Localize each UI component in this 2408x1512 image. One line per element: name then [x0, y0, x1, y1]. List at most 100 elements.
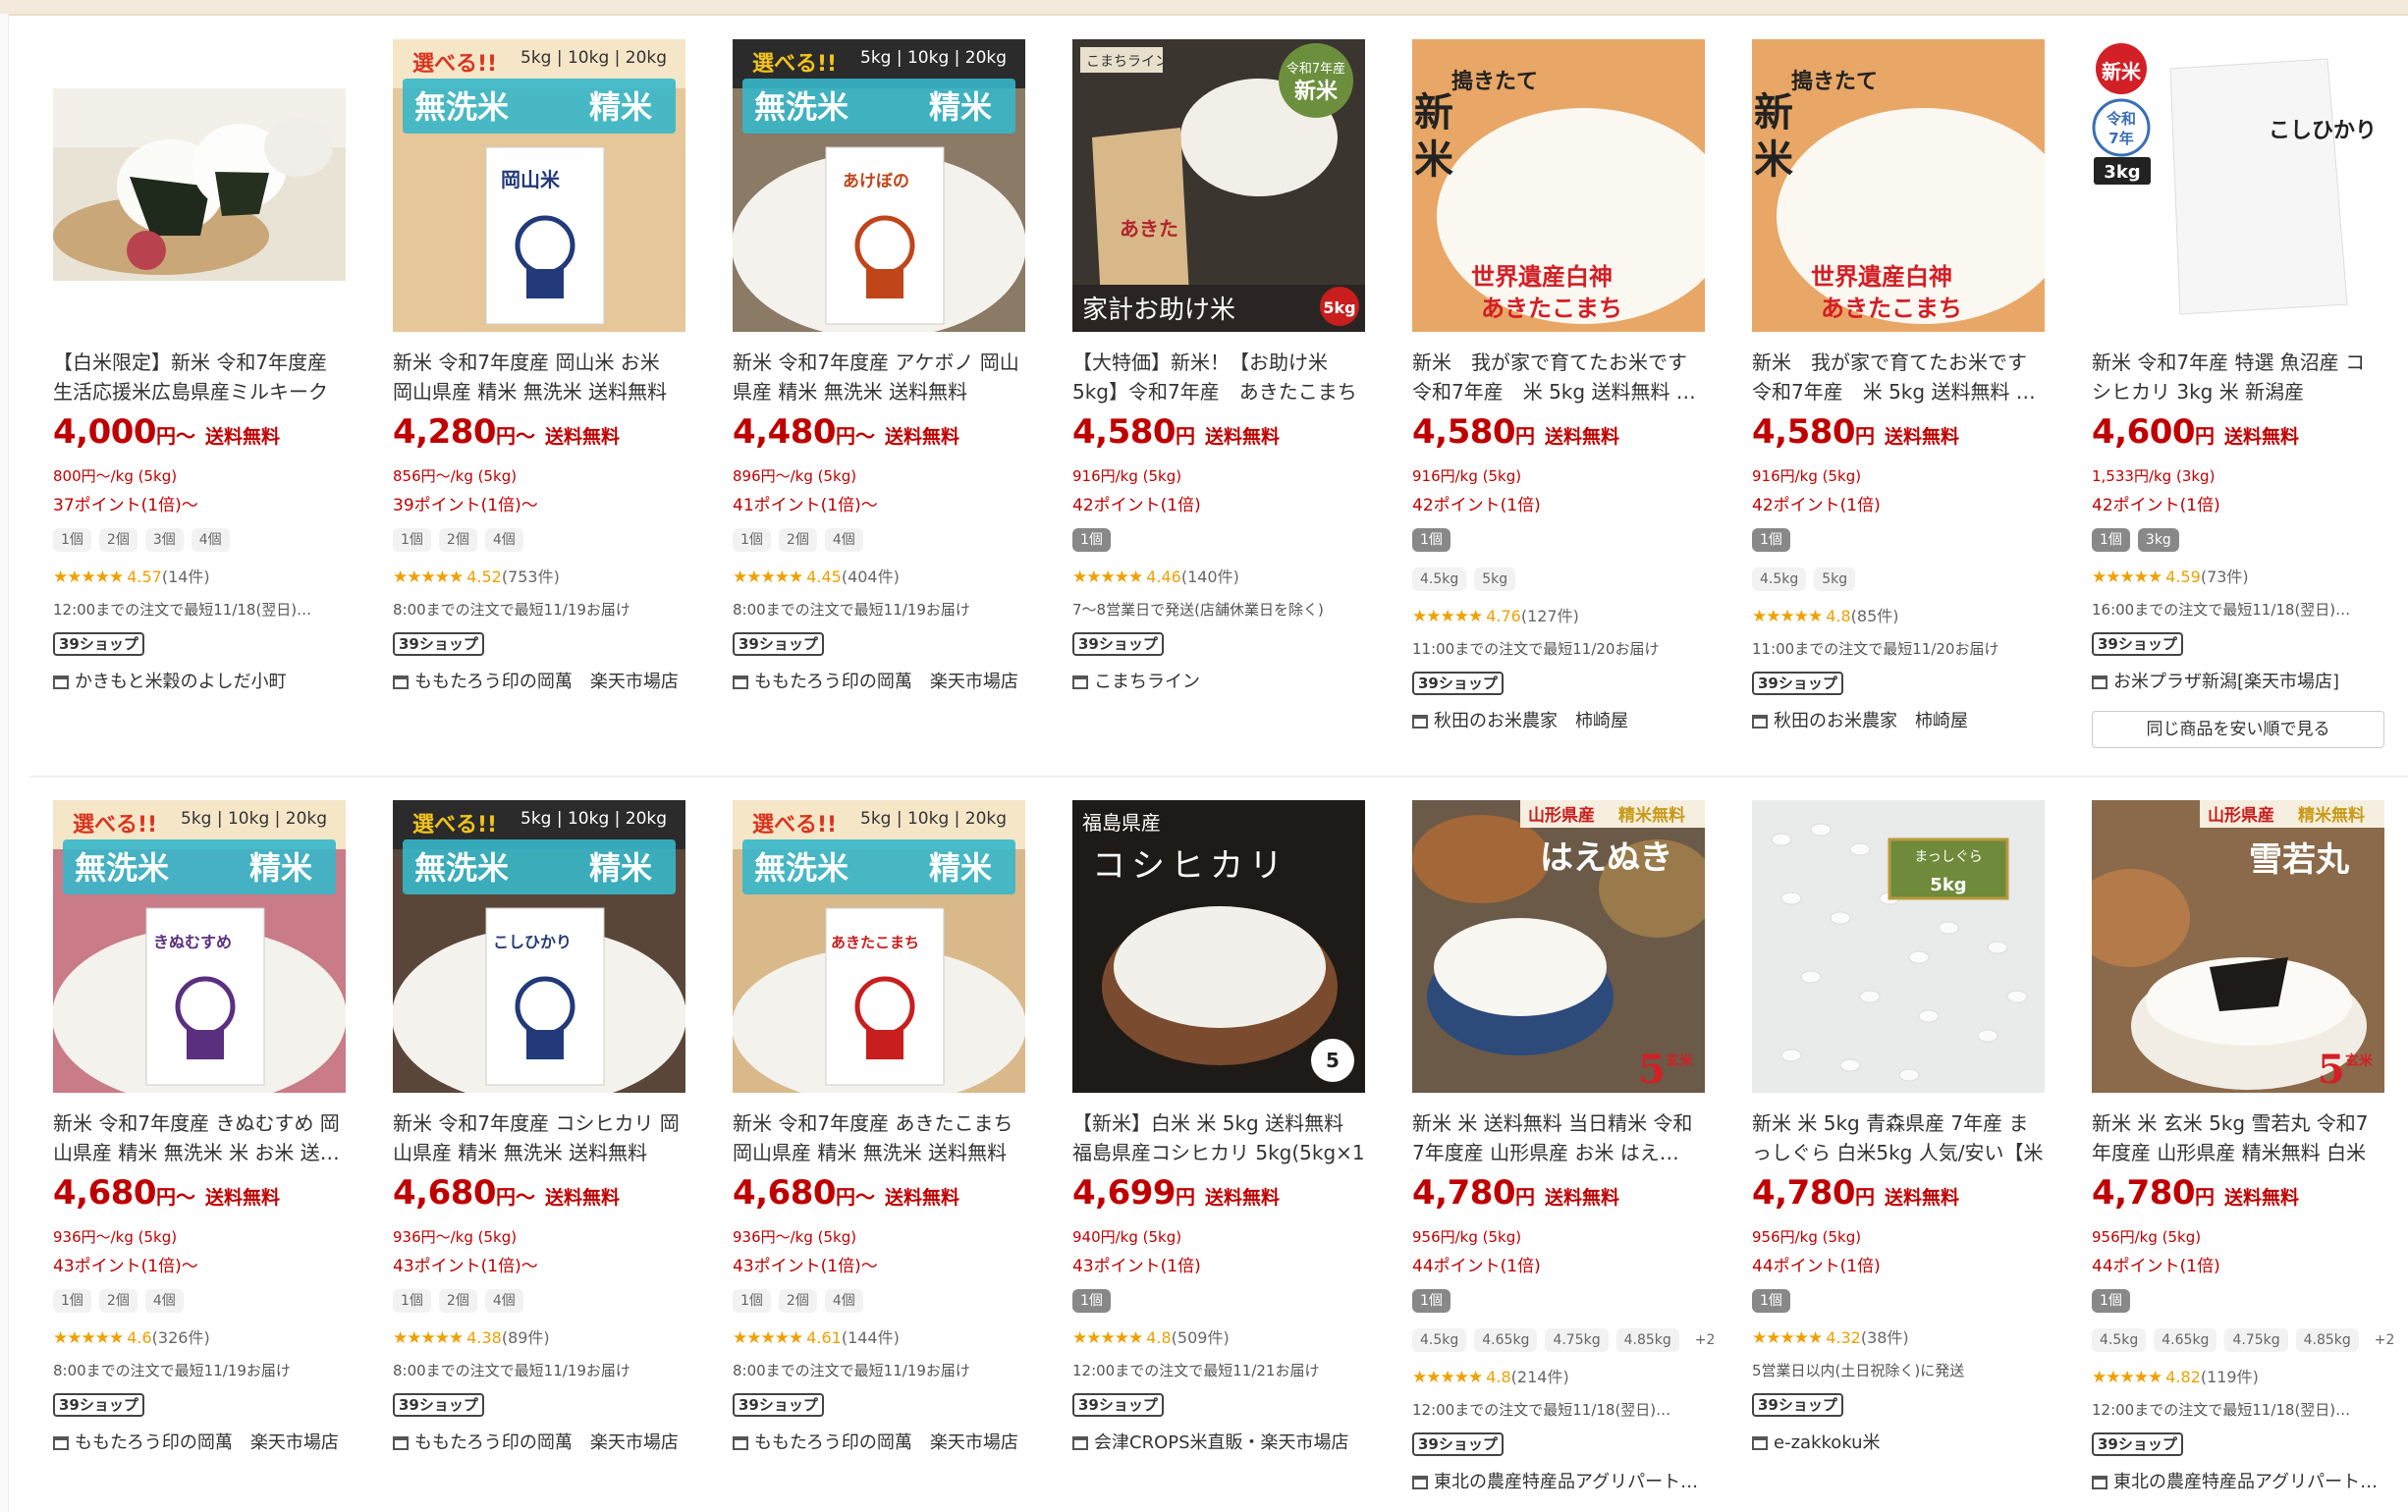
weight-chip[interactable]: 4.75kg — [1545, 1328, 1609, 1352]
product-image[interactable]: 山形県産 精米無料 雪若丸 5 玄米 — [2092, 800, 2384, 1093]
product-image[interactable]: 搗きたて 新 米 世界遺産白神 あきたこまち — [1752, 39, 2045, 332]
weight-chip[interactable]: 4.5kg — [1752, 567, 1807, 591]
quantity-chip[interactable]: 1個 — [733, 1289, 771, 1313]
compare-price-button[interactable]: 同じ商品を安い順で見る — [2092, 711, 2384, 748]
quantity-chip[interactable]: 2個 — [98, 528, 137, 552]
quantity-chip[interactable]: 1個 — [53, 528, 91, 552]
product-image[interactable]: まっしぐら 5kg — [1752, 800, 2045, 1093]
shop-link[interactable]: ももたろう印の岡萬 楽天市場店 — [53, 1429, 348, 1454]
more-weights-chip[interactable]: +2 — [1687, 1328, 1724, 1352]
quantity-chip[interactable]: 2個 — [438, 528, 477, 552]
shop-link[interactable]: 秋田のお米農家 柿崎屋 — [1752, 707, 2047, 732]
product-title[interactable]: 【白米限定】新米 令和7年度産 生活応援米広島県産ミルキークイー… — [53, 348, 346, 406]
weight-chip[interactable]: 4.65kg — [2154, 1328, 2217, 1352]
weight-chip[interactable]: 5kg — [1474, 567, 1516, 591]
shop-link[interactable]: ももたろう印の岡萬 楽天市場店 — [393, 668, 687, 693]
weight-chip[interactable]: 4.75kg — [2224, 1328, 2288, 1352]
quantity-chip[interactable]: 4個 — [484, 528, 523, 552]
weight-chip[interactable]: 4.85kg — [2295, 1328, 2359, 1352]
quantity-chip[interactable]: 1個 — [393, 528, 431, 552]
quantity-chip[interactable]: 2個 — [438, 1289, 477, 1313]
shop-link[interactable]: ももたろう印の岡萬 楽天市場店 — [393, 1429, 687, 1454]
quantity-chip[interactable]: 1個 — [1412, 528, 1450, 552]
weight-chip[interactable]: 4.85kg — [1615, 1328, 1679, 1352]
quantity-chip[interactable]: 1個 — [393, 1289, 431, 1313]
rating[interactable]: ★★★★★ 4.38(89件) — [393, 1324, 550, 1348]
rating[interactable]: ★★★★★ 4.8(85件) — [1752, 603, 1899, 626]
quantity-chip[interactable]: 4個 — [144, 1289, 184, 1313]
product-title[interactable]: 新米 我が家で育てたお米です 令和7年産 米 5kg 送料無料 … — [1412, 348, 1705, 406]
delivery-info: 12:00までの注文で最短11/21お届け — [1072, 1362, 1320, 1379]
quantity-chip[interactable]: 1個 — [1072, 1289, 1111, 1313]
product-image[interactable]: 選べる!! 5kg | 10kg | 20kg 無洗米 精米 岡山米 — [393, 39, 685, 332]
product-title[interactable]: 新米 令和7年度産 アケボノ 岡山県産 精米 無洗米 送料無料 — [733, 348, 1025, 406]
quantity-chip[interactable]: 3個 — [144, 528, 184, 552]
rating[interactable]: ★★★★★ 4.8(214件) — [1412, 1364, 1569, 1387]
rating[interactable]: ★★★★★ 4.52(753件) — [393, 564, 560, 587]
product-image[interactable]: 選べる!! 5kg | 10kg | 20kg 無洗米 精米 あきたこまち — [733, 800, 1025, 1093]
product-title[interactable]: 【新米】白米 米 5kg 送料無料 福島県産コシヒカリ 5kg(5kg×1袋… — [1072, 1108, 1365, 1167]
shop-link[interactable]: かきもと米穀のよしだ小町 — [53, 668, 348, 693]
product-image[interactable]: こまちライン 令和7年産 新米 あきた 家計お助け米 5kg — [1072, 39, 1365, 332]
product-title[interactable]: 新米 米 5kg 青森県産 7年産 まっしぐら 白米5kg 人気/安い【米5… — [1752, 1108, 2045, 1167]
quantity-chip[interactable]: 1個 — [1752, 528, 1790, 552]
quantity-chip[interactable]: 1個 — [2092, 1289, 2130, 1313]
quantity-chip[interactable]: 1個 — [1072, 528, 1111, 552]
weight-chip[interactable]: 5kg — [1814, 567, 1856, 591]
weight-chip[interactable]: 4.65kg — [1474, 1328, 1538, 1352]
product-title[interactable]: 【大特価】新米！【お助け米5kg】令和7年産 あきたこまち家計… — [1072, 348, 1365, 406]
product-image[interactable]: 新米 令和 7年 3kg こしひかり — [2092, 39, 2384, 332]
product-image[interactable]: 山形県産 精米無料 はえぬき 5 玄米 — [1412, 800, 1705, 1093]
product-title[interactable]: 新米 令和7年度産 あきたこまち 岡山県産 精米 無洗米 送料無料 — [733, 1108, 1025, 1167]
rating[interactable]: ★★★★★ 4.61(144件) — [733, 1324, 900, 1348]
quantity-chip[interactable]: 1個 — [2092, 528, 2130, 552]
quantity-chip[interactable]: 1個 — [1412, 1289, 1450, 1313]
product-image[interactable]: 選べる!! 5kg | 10kg | 20kg 無洗米 精米 こしひかり — [393, 800, 685, 1093]
quantity-chip[interactable]: 1個 — [733, 528, 771, 552]
shop-link[interactable]: こまちライン — [1072, 668, 1367, 693]
product-image[interactable]: 搗きたて 新 米 世界遺産白神 あきたこまち — [1412, 39, 1705, 332]
product-title[interactable]: 新米 米 玄米 5kg 雪若丸 令和7年度産 山形県産 精米無料 白米 … — [2092, 1108, 2384, 1167]
shop-link[interactable]: お米プラザ新潟[楽天市場店] — [2092, 668, 2386, 693]
shop-link[interactable]: 東北の農産特産品アグリパート… — [2092, 1468, 2386, 1493]
product-title[interactable]: 新米 令和7年度産 コシヒカリ 岡山県産 精米 無洗米 送料無料 — [393, 1108, 685, 1167]
weight-chip[interactable]: 3kg — [2137, 528, 2179, 552]
quantity-chip[interactable]: 2個 — [778, 528, 817, 552]
product-title[interactable]: 新米 令和7年産 特選 魚沼産 コシヒカリ 3kg 米 新潟産 — [2092, 348, 2384, 406]
product-image[interactable]: 選べる!! 5kg | 10kg | 20kg 無洗米 精米 きぬむすめ — [53, 800, 346, 1093]
product-title[interactable]: 新米 令和7年度産 岡山米 お米 岡山県産 精米 無洗米 送料無料 — [393, 348, 685, 406]
rating[interactable]: ★★★★★ 4.46(140件) — [1072, 564, 1239, 587]
shop-link[interactable]: ももたろう印の岡萬 楽天市場店 — [733, 1429, 1027, 1454]
shop-link[interactable]: 東北の農産特産品アグリパート… — [1412, 1468, 1707, 1493]
product-image[interactable] — [53, 39, 346, 332]
product-title[interactable]: 新米 令和7年度産 きぬむすめ 岡山県産 精米 無洗米 米 お米 送… — [53, 1108, 346, 1167]
quantity-chip[interactable]: 4個 — [191, 528, 230, 552]
rating[interactable]: ★★★★★ 4.32(38件) — [1752, 1324, 1909, 1348]
quantity-chip[interactable]: 2個 — [98, 1289, 137, 1313]
weight-chip[interactable]: 4.5kg — [1412, 1328, 1467, 1352]
quantity-chip[interactable]: 1個 — [1752, 1289, 1790, 1313]
rating[interactable]: ★★★★★ 4.57(14件) — [53, 564, 210, 587]
shop-link[interactable]: e-zakkoku米 — [1752, 1429, 2047, 1454]
rating[interactable]: ★★★★★ 4.6(326件) — [53, 1324, 210, 1348]
shop-link[interactable]: ももたろう印の岡萬 楽天市場店 — [733, 668, 1027, 693]
rating[interactable]: ★★★★★ 4.82(119件) — [2092, 1364, 2259, 1387]
weight-chip[interactable]: 4.5kg — [1412, 567, 1467, 591]
product-image[interactable]: 選べる!! 5kg | 10kg | 20kg 無洗米 精米 あけぼの — [733, 39, 1025, 332]
quantity-chip[interactable]: 4個 — [824, 1289, 863, 1313]
quantity-chip[interactable]: 1個 — [53, 1289, 91, 1313]
rating[interactable]: ★★★★★ 4.76(127件) — [1412, 603, 1579, 626]
rating[interactable]: ★★★★★ 4.59(73件) — [2092, 564, 2249, 587]
quantity-chip[interactable]: 4個 — [824, 528, 863, 552]
product-image[interactable]: 福島県産 コシヒカリ 5 — [1072, 800, 1365, 1093]
product-title[interactable]: 新米 我が家で育てたお米です 令和7年産 米 5kg 送料無料 … — [1752, 348, 2045, 406]
more-weights-chip[interactable]: +2 — [2367, 1328, 2403, 1352]
quantity-chip[interactable]: 4個 — [484, 1289, 523, 1313]
weight-chip[interactable]: 4.5kg — [2092, 1328, 2147, 1352]
shop-link[interactable]: 会津CROPS米直販・楽天市場店 — [1072, 1429, 1367, 1454]
rating[interactable]: ★★★★★ 4.8(509件) — [1072, 1324, 1230, 1348]
shop-link[interactable]: 秋田のお米農家 柿崎屋 — [1412, 707, 1707, 732]
quantity-chip[interactable]: 2個 — [778, 1289, 817, 1313]
product-title[interactable]: 新米 米 送料無料 当日精米 令和7年度産 山形県産 お米 はえ… — [1412, 1108, 1705, 1167]
rating[interactable]: ★★★★★ 4.45(404件) — [733, 564, 900, 587]
